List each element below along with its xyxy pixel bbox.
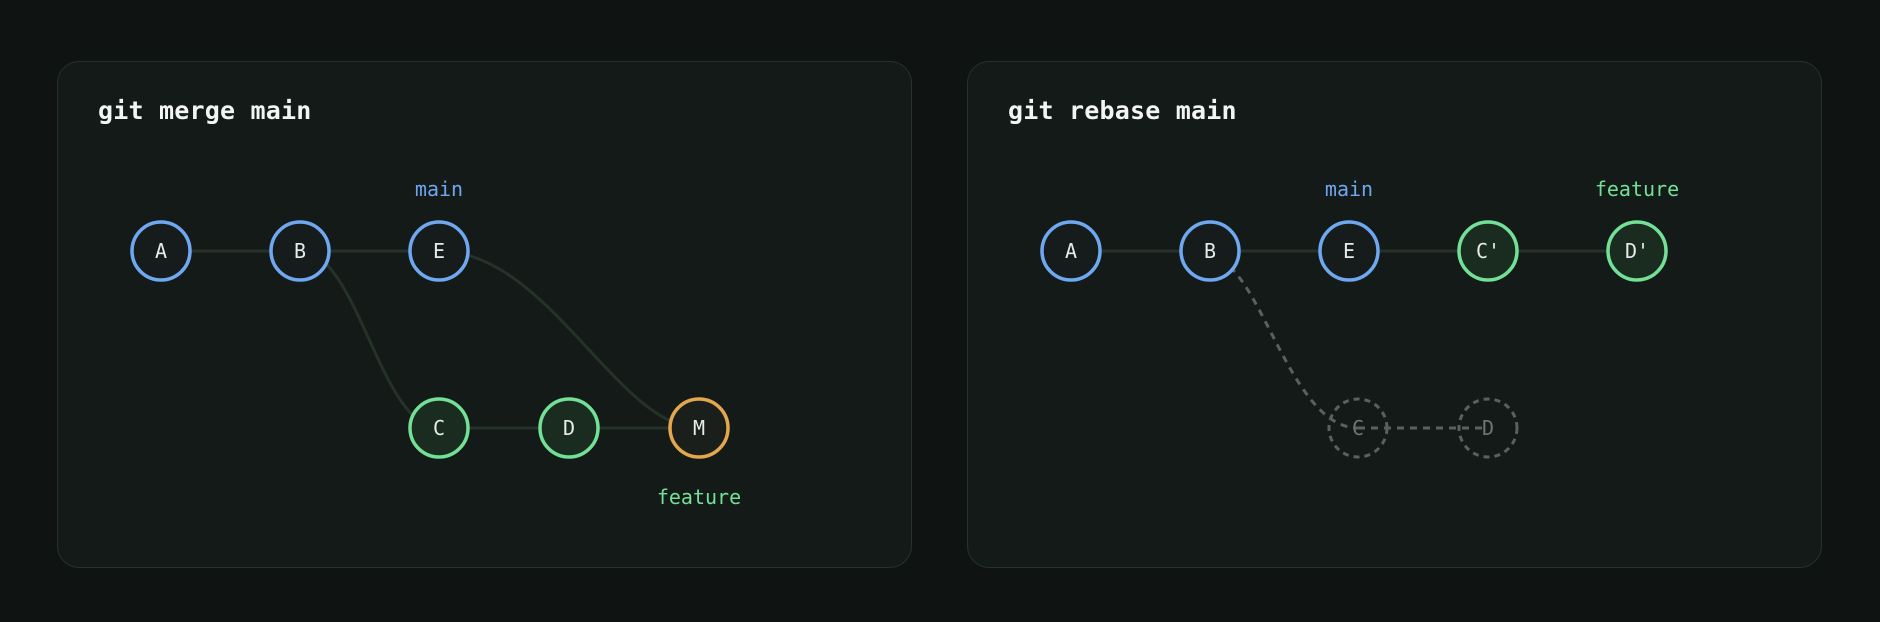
svg-text:A: A xyxy=(155,239,167,263)
commit-d-prime: D' xyxy=(1606,220,1668,282)
svg-text:E: E xyxy=(1343,239,1355,263)
svg-text:B: B xyxy=(1204,239,1216,263)
svg-text:C': C' xyxy=(1476,239,1500,263)
edge-b-c xyxy=(299,249,440,430)
svg-text:D: D xyxy=(563,416,575,440)
svg-text:B: B xyxy=(294,239,306,263)
commit-a: A xyxy=(130,220,192,282)
svg-text:M: M xyxy=(693,416,705,440)
svg-text:D': D' xyxy=(1625,239,1649,263)
commit-c-prime: C' xyxy=(1457,220,1519,282)
svg-text:E: E xyxy=(433,239,445,263)
svg-text:C: C xyxy=(433,416,445,440)
branch-label-main: main xyxy=(1325,177,1373,201)
branch-label-main: main xyxy=(415,177,463,201)
svg-text:D: D xyxy=(1482,416,1494,440)
abandoned-commit-c: C xyxy=(1327,397,1389,459)
commit-e: E xyxy=(408,220,470,282)
merge-commit-graph: A B E C D M main feature xyxy=(130,177,741,509)
commit-e: E xyxy=(1318,220,1380,282)
branch-label-feature: feature xyxy=(657,485,741,509)
diagram-canvas: git merge main A B E C D M main feature … xyxy=(0,0,1880,622)
commit-d: D xyxy=(538,397,600,459)
rebase-commit-graph: A B E C' D' C D main feature xyxy=(1040,177,1679,459)
branch-label-feature: feature xyxy=(1595,177,1679,201)
merge-panel: git merge main A B E C D M main feature xyxy=(57,61,912,568)
commit-a: A xyxy=(1040,220,1102,282)
edge-b-c-old xyxy=(1228,265,1359,430)
svg-text:C: C xyxy=(1352,416,1364,440)
commit-b: B xyxy=(269,220,331,282)
rebase-panel: git rebase main A B E C' D' C D main fea… xyxy=(967,61,1822,568)
commit-b: B xyxy=(1179,220,1241,282)
commit-c: C xyxy=(408,397,470,459)
svg-text:A: A xyxy=(1065,239,1077,263)
commit-m: M xyxy=(668,397,730,459)
